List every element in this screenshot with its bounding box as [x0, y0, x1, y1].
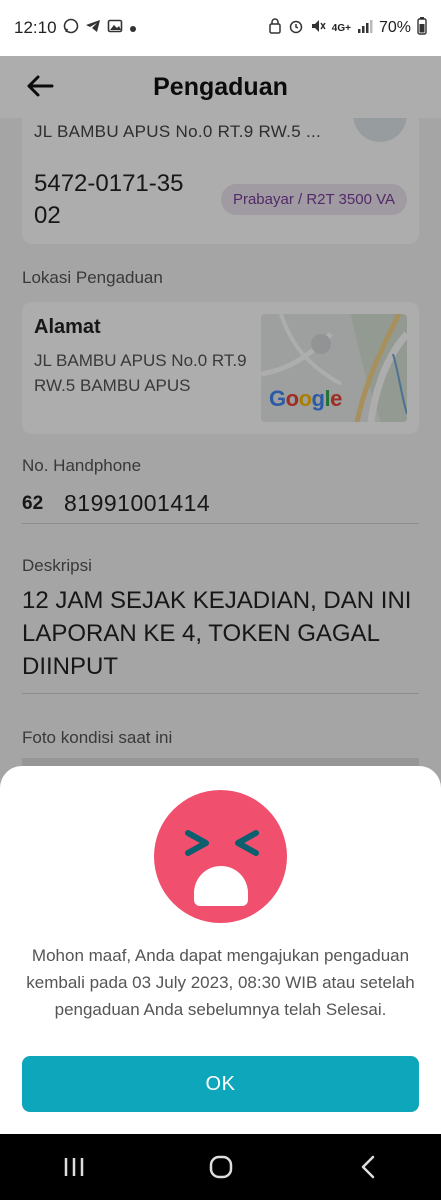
- signal-icon: [357, 18, 373, 39]
- battery-percent: 70%: [378, 19, 411, 36]
- back-nav-icon: [361, 1155, 374, 1179]
- whatsapp-icon: [63, 18, 79, 38]
- status-time: 12:10: [14, 18, 57, 37]
- mouth: [194, 866, 248, 906]
- recent-apps-button[interactable]: [44, 1147, 104, 1187]
- secure-icon: [268, 17, 282, 39]
- back-nav-button[interactable]: [338, 1147, 398, 1187]
- dot-icon: [129, 20, 137, 37]
- status-left: 12:10: [14, 18, 137, 38]
- telegram-icon: [85, 18, 101, 38]
- mute-icon: [310, 18, 326, 39]
- sad-face-icon: [154, 790, 287, 923]
- ok-button[interactable]: OK: [22, 1056, 419, 1112]
- status-right: 4G+ 70%: [268, 16, 427, 40]
- recent-apps-icon: [64, 1158, 83, 1176]
- alarm-icon: [288, 18, 304, 39]
- right-eye: [235, 830, 259, 856]
- network-type: 4G+: [331, 22, 351, 34]
- error-bottom-sheet: Mohon maaf, Anda dapat mengajukan pengad…: [0, 766, 441, 1134]
- battery-icon: [417, 16, 427, 40]
- status-bar: 12:10 4G+ 70%: [0, 0, 441, 56]
- left-eye: [185, 830, 209, 856]
- system-nav-bar: [0, 1134, 441, 1200]
- gallery-icon: [107, 18, 123, 38]
- dialog-message: Mohon maaf, Anda dapat mengajukan pengad…: [26, 946, 415, 1019]
- home-button[interactable]: [191, 1147, 251, 1187]
- home-icon: [209, 1155, 232, 1179]
